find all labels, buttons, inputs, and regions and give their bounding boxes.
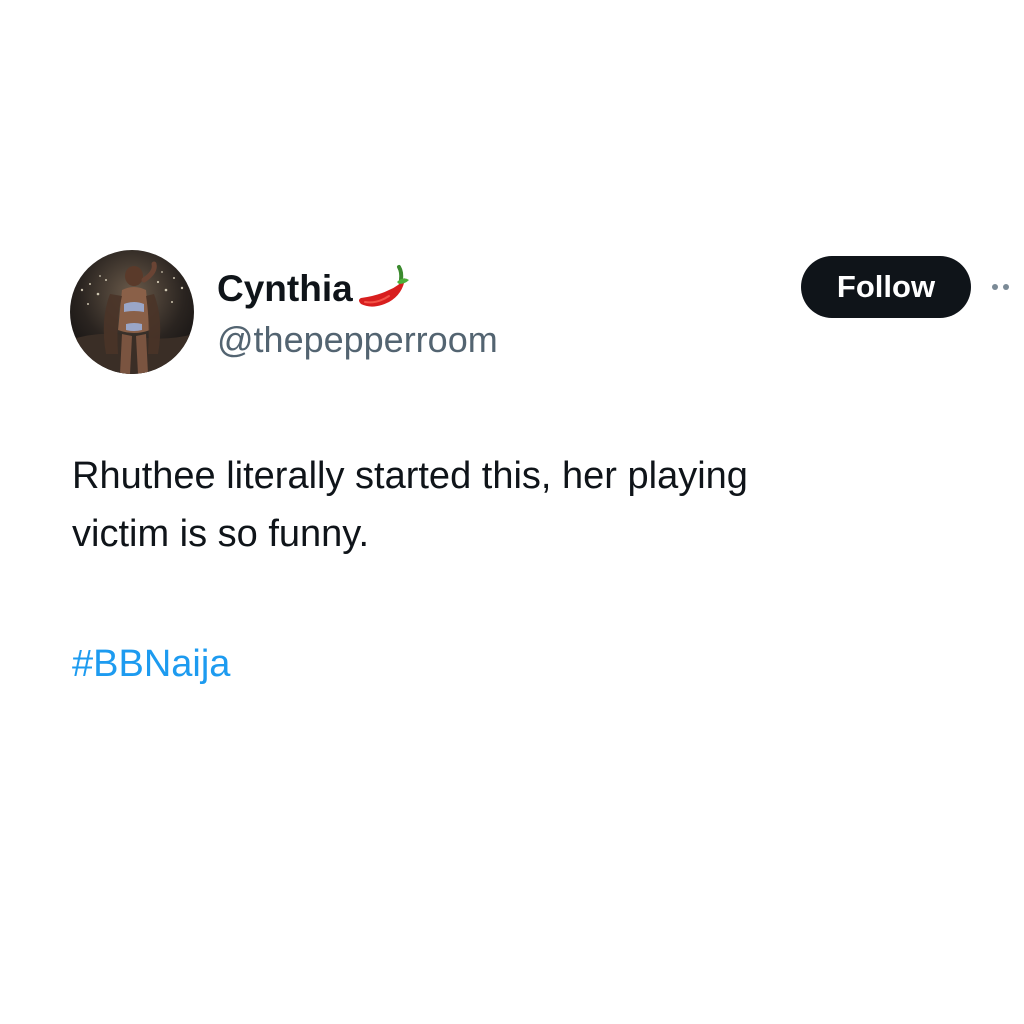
display-name-text: Cynthia [217, 267, 353, 309]
follow-button[interactable]: Follow [801, 256, 971, 318]
chili-pepper-icon [355, 264, 411, 317]
tweet-card: Cynthia @thepepperroom Follow Rhuthee li… [0, 0, 1024, 1024]
more-dot [992, 284, 998, 290]
author-handle[interactable]: @thepepperroom [217, 318, 498, 362]
author-name[interactable]: Cynthia [217, 262, 411, 314]
more-options-icon[interactable] [992, 280, 1024, 294]
more-dot [1003, 284, 1009, 290]
avatar[interactable] [70, 250, 194, 374]
hashtag-link[interactable]: #BBNaija [72, 635, 230, 693]
avatar-image [70, 250, 194, 374]
tweet-text-line: victim is so funny. [72, 513, 370, 555]
tweet-body: Rhuthee literally started this, her play… [72, 447, 972, 563]
tweet-text-line: Rhuthee literally started this, her play… [72, 455, 748, 497]
